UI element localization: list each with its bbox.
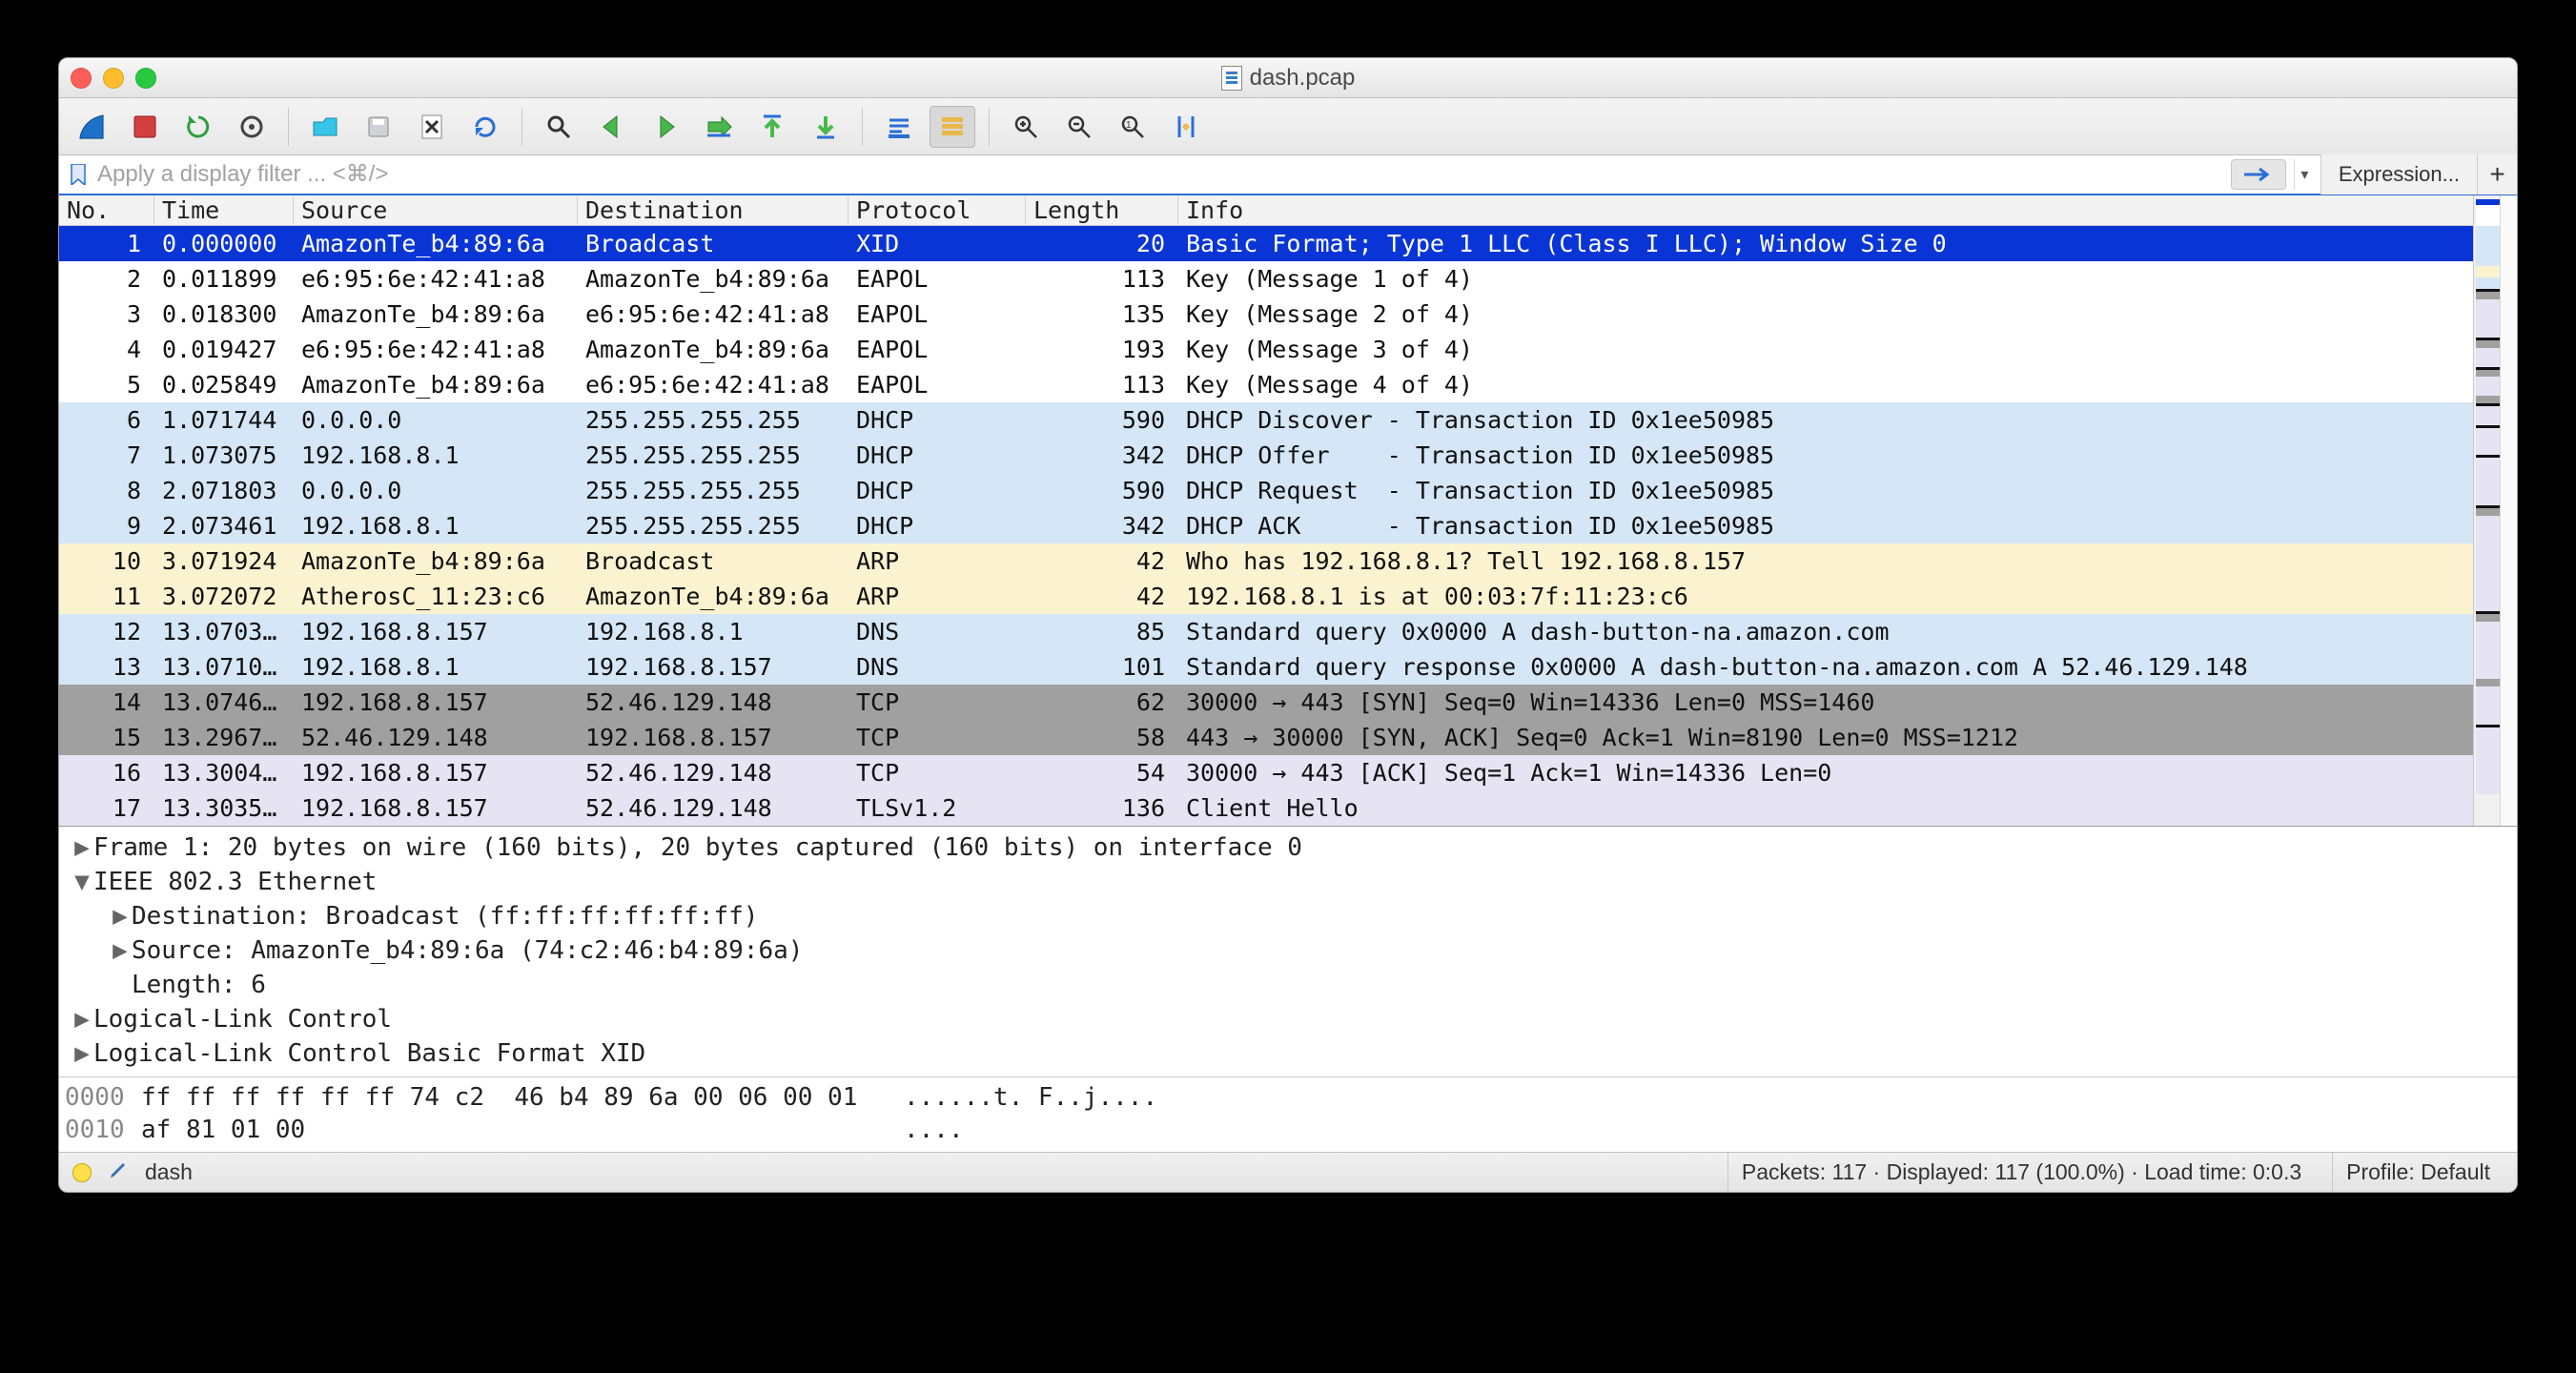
autoscroll-icon[interactable] — [876, 106, 922, 148]
find-icon[interactable] — [536, 106, 582, 148]
disclosure-triangle-icon[interactable]: ▶ — [71, 1039, 93, 1068]
packet-list-header[interactable]: No. Time Source Destination Protocol Len… — [59, 195, 2473, 226]
zoom-out-icon[interactable] — [1056, 106, 1102, 148]
expert-info-icon[interactable] — [72, 1163, 92, 1182]
tree-row[interactable]: ▼IEEE 802.3 Ethernet — [59, 865, 2517, 899]
save-icon[interactable] — [356, 106, 401, 148]
display-filter-input[interactable] — [92, 155, 2231, 194]
col-header-length[interactable]: Length — [1026, 196, 1178, 224]
packet-row[interactable]: 71.073075192.168.8.1255.255.255.255DHCP3… — [59, 438, 2473, 473]
tree-row[interactable]: ▶Frame 1: 20 bytes on wire (160 bits), 2… — [59, 830, 2517, 865]
packet-row[interactable]: 1713.3035…192.168.8.15752.46.129.148TLSv… — [59, 790, 2473, 826]
minimize-window-button[interactable] — [103, 68, 124, 89]
reload-icon[interactable] — [462, 106, 508, 148]
packet-row[interactable]: 1513.2967…52.46.129.148192.168.8.157TCP5… — [59, 720, 2473, 755]
col-header-time[interactable]: Time — [154, 196, 294, 224]
goto-icon[interactable] — [696, 106, 742, 148]
packet-list-pane: No. Time Source Destination Protocol Len… — [59, 195, 2517, 826]
forward-icon[interactable] — [643, 106, 688, 148]
display-filter-bar: ▾ Expression... + — [59, 155, 2517, 195]
packet-row[interactable]: 1213.0703…192.168.8.157192.168.8.1DNS85S… — [59, 614, 2473, 649]
packet-row[interactable]: 1613.3004…192.168.8.15752.46.129.148TCP5… — [59, 755, 2473, 790]
add-filter-button[interactable]: + — [2477, 154, 2517, 195]
packet-row[interactable]: 20.011899e6:95:6e:42:41:a8AmazonTe_b4:89… — [59, 261, 2473, 297]
open-icon[interactable] — [302, 106, 348, 148]
restart-icon[interactable] — [175, 106, 221, 148]
status-profile[interactable]: Profile: Default — [2332, 1153, 2504, 1192]
packet-row[interactable]: 82.0718030.0.0.0255.255.255.255DHCP590DH… — [59, 473, 2473, 508]
hex-row[interactable]: 0000ff ff ff ff ff ff 74 c2 46 b4 89 6a … — [65, 1081, 2517, 1114]
filter-history-dropdown[interactable]: ▾ — [2294, 159, 2315, 190]
packet-row[interactable]: 92.073461192.168.8.1255.255.255.255DHCP3… — [59, 508, 2473, 543]
col-header-protocol[interactable]: Protocol — [848, 196, 1026, 224]
hex-row[interactable]: 0010af 81 01 00.... — [65, 1114, 2517, 1146]
packet-row[interactable]: 50.025849AmazonTe_b4:89:6ae6:95:6e:42:41… — [59, 367, 2473, 402]
packet-row[interactable]: 40.019427e6:95:6e:42:41:a8AmazonTe_b4:89… — [59, 332, 2473, 367]
packet-row[interactable]: 61.0717440.0.0.0255.255.255.255DHCP590DH… — [59, 402, 2473, 438]
close-icon[interactable] — [409, 106, 455, 148]
stop-icon[interactable] — [122, 106, 168, 148]
packet-row[interactable]: 103.071924AmazonTe_b4:89:6aBroadcastARP4… — [59, 543, 2473, 579]
packet-row[interactable]: 10.000000AmazonTe_b4:89:6aBroadcastXID20… — [59, 226, 2473, 261]
wireshark-window: dash.pcap — [58, 57, 2518, 1193]
colorize-icon[interactable] — [930, 106, 975, 148]
tree-row[interactable]: ▶Logical-Link Control Basic Format XID — [59, 1036, 2517, 1071]
apply-filter-button[interactable] — [2231, 159, 2286, 190]
back-icon[interactable] — [589, 106, 635, 148]
svg-text:1: 1 — [1126, 120, 1132, 131]
tree-row[interactable]: ▶Destination: Broadcast (ff:ff:ff:ff:ff:… — [59, 899, 2517, 933]
tree-row[interactable]: ▶Source: AmazonTe_b4:89:6a (74:c2:46:b4:… — [59, 933, 2517, 968]
zoom-in-icon[interactable] — [1003, 106, 1049, 148]
edit-capture-comment-icon[interactable] — [109, 1159, 128, 1185]
col-header-source[interactable]: Source — [294, 196, 578, 224]
packet-row[interactable]: 113.072072AtherosC_11:23:c6AmazonTe_b4:8… — [59, 579, 2473, 614]
status-filename: dash — [145, 1159, 193, 1185]
resize-columns-icon[interactable] — [1163, 106, 1209, 148]
window-title: dash.pcap — [1250, 65, 1356, 92]
col-header-info[interactable]: Info — [1178, 196, 2473, 224]
packet-row[interactable]: 30.018300AmazonTe_b4:89:6ae6:95:6e:42:41… — [59, 297, 2473, 332]
col-header-no[interactable]: No. — [59, 196, 154, 224]
disclosure-triangle-icon[interactable]: ▶ — [109, 936, 132, 965]
packet-minimap[interactable] — [2473, 195, 2517, 826]
close-window-button[interactable] — [71, 68, 92, 89]
bookmark-icon[interactable] — [65, 155, 92, 194]
packet-row[interactable]: 1413.0746…192.168.8.15752.46.129.148TCP6… — [59, 685, 2473, 720]
options-icon[interactable] — [229, 106, 275, 148]
shark-fin-icon[interactable] — [69, 106, 114, 148]
packet-row[interactable]: 1313.0710…192.168.8.1192.168.8.157DNS101… — [59, 649, 2473, 685]
status-bar: dash Packets: 117 · Displayed: 117 (100.… — [59, 1152, 2517, 1192]
expression-button[interactable]: Expression... — [2320, 154, 2477, 195]
packet-list-scrollbar[interactable] — [2500, 195, 2517, 826]
status-packet-count: Packets: 117 · Displayed: 117 (100.0%) ·… — [1728, 1153, 2315, 1192]
disclosure-triangle-icon[interactable]: ▶ — [71, 833, 93, 862]
zoom-window-button[interactable] — [135, 68, 156, 89]
zoom-reset-icon[interactable]: 1 — [1110, 106, 1155, 148]
window-controls — [71, 68, 156, 89]
last-icon[interactable] — [803, 106, 848, 148]
tree-row[interactable]: Length: 6 — [59, 968, 2517, 1002]
pcap-document-icon — [1221, 66, 1242, 91]
titlebar: dash.pcap — [59, 58, 2517, 98]
main-toolbar: 1 — [59, 98, 2517, 155]
packet-details-pane[interactable]: ▶Frame 1: 20 bytes on wire (160 bits), 2… — [59, 826, 2517, 1076]
tree-row[interactable]: ▶Logical-Link Control — [59, 1002, 2517, 1036]
col-header-destination[interactable]: Destination — [578, 196, 848, 224]
disclosure-triangle-icon[interactable]: ▼ — [71, 868, 93, 896]
disclosure-triangle-icon[interactable]: ▶ — [71, 1005, 93, 1034]
disclosure-triangle-icon[interactable]: ▶ — [109, 902, 132, 931]
packet-bytes-pane[interactable]: 0000ff ff ff ff ff ff 74 c2 46 b4 89 6a … — [59, 1076, 2517, 1152]
first-icon[interactable] — [749, 106, 795, 148]
packet-list-body[interactable]: 10.000000AmazonTe_b4:89:6aBroadcastXID20… — [59, 226, 2473, 826]
